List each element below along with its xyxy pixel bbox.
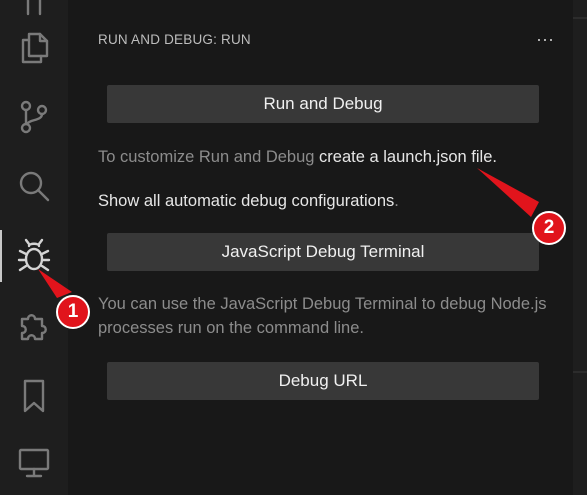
activity-search[interactable]: [0, 156, 68, 216]
activity-source-control[interactable]: [0, 87, 68, 147]
show-configurations-link[interactable]: Show all automatic debug configurations: [98, 192, 394, 210]
javascript-debug-terminal-button[interactable]: JavaScript Debug Terminal: [107, 233, 539, 271]
activity-bar: [0, 0, 68, 495]
ellipsis-icon: ···: [536, 28, 554, 49]
vscode-window: RUN AND DEBUG: RUN ··· Run and Debug To …: [0, 0, 587, 495]
activity-explorer[interactable]: [0, 17, 68, 77]
js-terminal-description: You can use the JavaScript Debug Termina…: [98, 295, 547, 337]
activity-remote-explorer[interactable]: [0, 432, 68, 492]
create-launch-json-link[interactable]: create a launch.json file: [319, 148, 492, 166]
activity-run-debug[interactable]: [0, 226, 68, 286]
annotation-badge-1: 1: [56, 295, 90, 329]
remote-explorer-icon: [18, 448, 50, 478]
debug-url-button[interactable]: Debug URL: [107, 362, 539, 400]
customize-suffix: .: [492, 148, 497, 166]
edge-divider: [573, 371, 587, 373]
show-configurations-suffix: .: [394, 192, 399, 210]
search-icon: [19, 171, 50, 202]
show-configurations-text: Show all automatic debug configurations.: [98, 189, 558, 213]
editor-edge: [573, 0, 587, 495]
panel-title: RUN AND DEBUG: RUN: [98, 32, 251, 47]
customize-prefix: To customize Run and Debug: [98, 148, 320, 166]
run-debug-panel: RUN AND DEBUG: RUN ··· Run and Debug To …: [68, 0, 573, 495]
annotation-badge-2: 2: [532, 211, 566, 245]
bookmark-icon: [23, 379, 45, 413]
extensions-icon: [20, 314, 47, 341]
edge-divider: [573, 17, 587, 19]
customize-text: To customize Run and Debug create a laun…: [98, 145, 558, 169]
activity-bookmarks[interactable]: [0, 366, 68, 426]
run-and-debug-button[interactable]: Run and Debug: [107, 85, 539, 123]
more-actions-button[interactable]: ···: [533, 27, 557, 51]
files-icon: [21, 32, 49, 64]
run-debug-icon: [17, 238, 51, 272]
source-control-icon: [20, 100, 48, 134]
